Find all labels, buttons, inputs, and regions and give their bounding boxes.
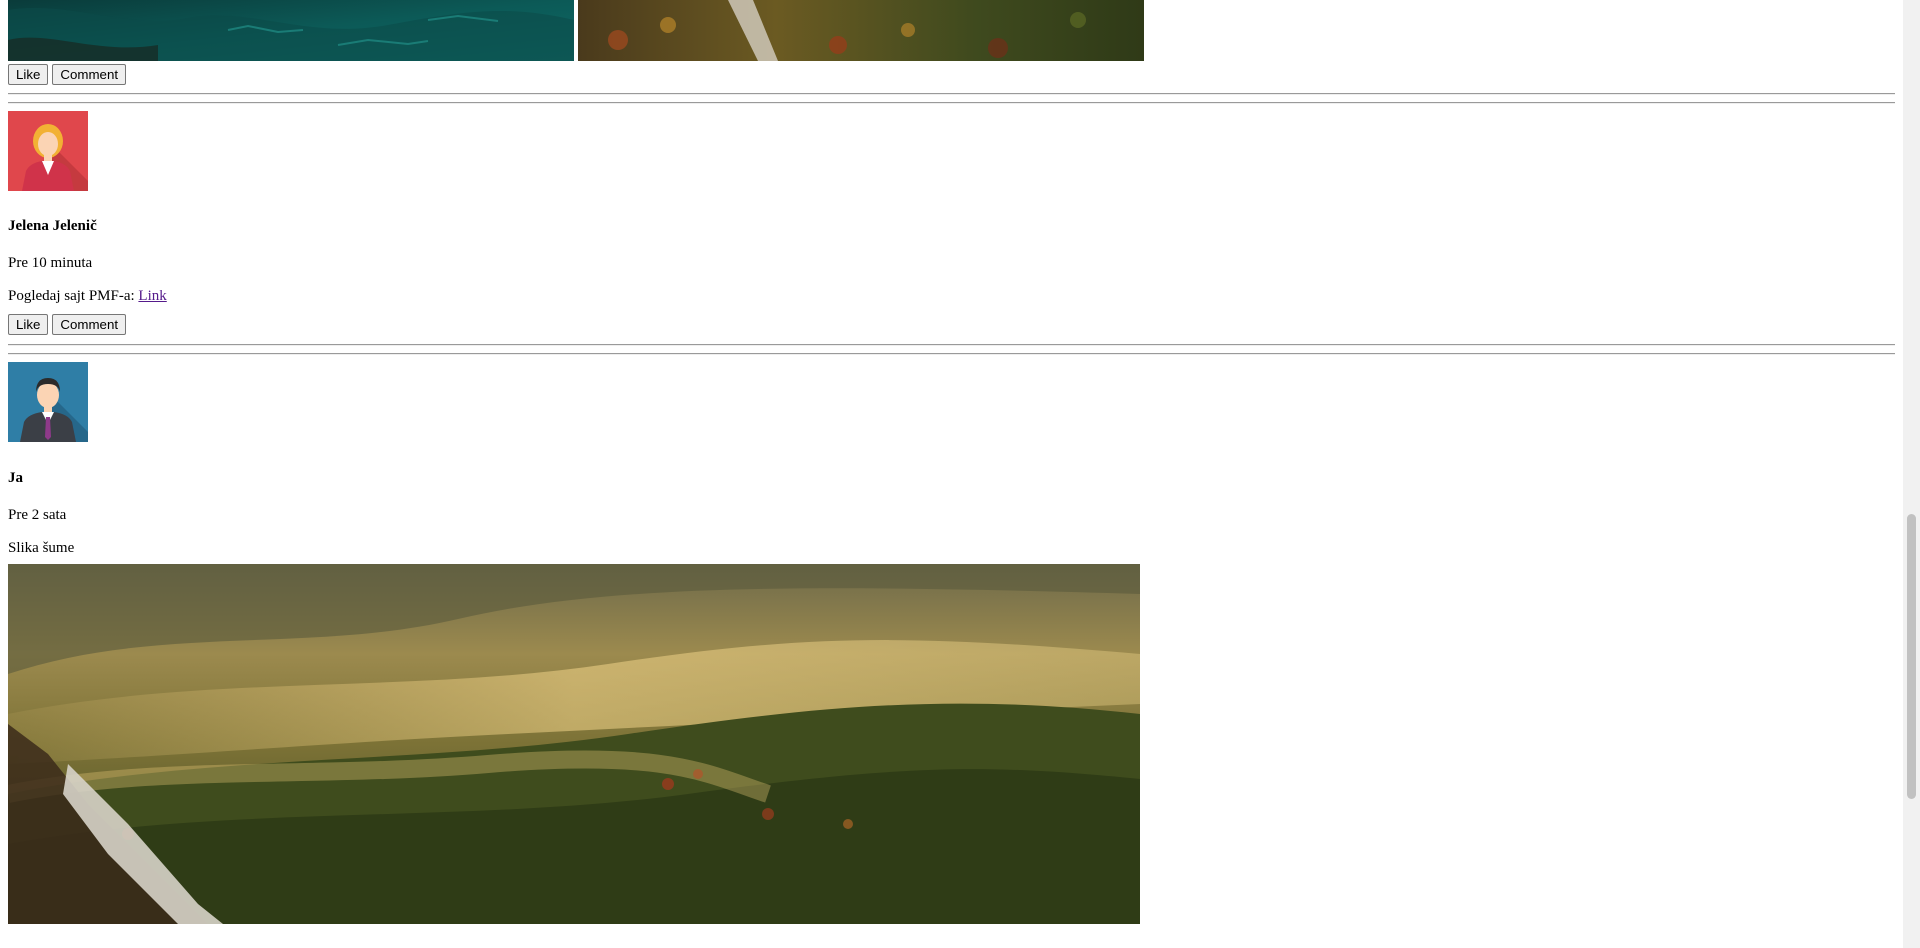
post-image-misty-forest (8, 564, 1140, 924)
post-timestamp: Pre 10 minuta (8, 255, 93, 271)
female-avatar-icon (8, 111, 88, 191)
page-viewport: Like Comment Jelena Jelenič Pre 10 minut… (0, 0, 1920, 948)
scrollbar-thumb[interactable] (1907, 514, 1916, 799)
post-image-sea (8, 0, 574, 61)
post: Jelena Jelenič Pre 10 minuta Pogledaj sa… (8, 111, 1895, 337)
comment-button[interactable]: Comment (52, 313, 127, 335)
post-link[interactable]: Link (138, 288, 166, 304)
vertical-scrollbar[interactable] (1903, 0, 1920, 948)
comment-button[interactable]: Comment (52, 63, 127, 85)
male-avatar-icon (8, 362, 88, 442)
post-text: Pogledaj sajt PMF-a: Link (8, 288, 1895, 305)
post-image-forest-autumn (578, 0, 1144, 61)
post: Ja Pre 2 sata Slika šume (8, 362, 1895, 924)
post-text: Slika šume (8, 540, 75, 556)
previous-post-actions: Like Comment (8, 61, 1895, 87)
post-actions: Like Comment (8, 311, 1895, 337)
post-divider (8, 353, 1895, 355)
previous-post-images (8, 0, 1895, 61)
post-timestamp: Pre 2 sata (8, 507, 67, 523)
post-author: Ja (8, 470, 23, 486)
post-divider (8, 102, 1895, 104)
like-button[interactable]: Like (8, 313, 49, 335)
like-button[interactable]: Like (8, 63, 49, 85)
post-author: Jelena Jelenič (8, 218, 97, 234)
post-text-content: Pogledaj sajt PMF-a: (8, 288, 135, 304)
news-feed: Like Comment Jelena Jelenič Pre 10 minut… (8, 0, 1895, 924)
